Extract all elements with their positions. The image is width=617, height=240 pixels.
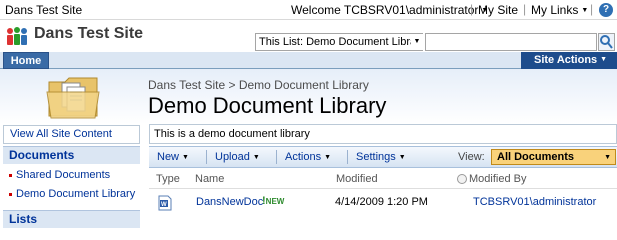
upload-menu[interactable]: Upload ▼ xyxy=(215,151,260,163)
upload-label: Upload xyxy=(215,151,250,163)
site-actions-label: Site Actions xyxy=(534,54,598,66)
divider xyxy=(347,150,348,164)
new-badge: !NEW xyxy=(262,195,284,207)
sidebar-item-label: Demo Document Library xyxy=(16,188,136,200)
column-header-type[interactable]: Type xyxy=(156,173,180,185)
breadcrumb[interactable]: Dans Test Site > Demo Document Library xyxy=(148,78,369,92)
divider xyxy=(206,150,207,164)
top-bar: Dans Test Site Welcome TCBSRV01\administ… xyxy=(0,0,617,20)
my-links-menu[interactable]: My Links ▼ xyxy=(531,3,588,17)
modified-by-label: Modified By xyxy=(469,173,527,185)
chevron-down-icon: ▼ xyxy=(398,153,406,161)
view-label: View: xyxy=(458,151,485,163)
new-label: New xyxy=(157,151,180,163)
view-select[interactable]: All Documents ▼ xyxy=(491,149,616,165)
word-document-icon[interactable]: W xyxy=(158,195,172,211)
view-select-value: All Documents xyxy=(497,151,575,163)
list-toolbar: New ▼ Upload ▼ Actions ▼ Settings ▼ View: Al… xyxy=(149,146,617,168)
folder-icon xyxy=(46,77,100,119)
new-menu[interactable]: New ▼ xyxy=(157,151,189,163)
modified-date: 4/14/2009 1:20 PM xyxy=(335,196,428,208)
actions-label: Actions xyxy=(285,151,322,163)
actions-menu[interactable]: Actions ▼ xyxy=(285,151,331,163)
welcome-label: Welcome TCBSRV01\administrator xyxy=(291,3,479,17)
title-area: Dans Test Site > Demo Document Library D… xyxy=(0,69,617,124)
search-input[interactable] xyxy=(425,33,597,51)
modified-by-link[interactable]: TCBSRV01\administrator xyxy=(473,196,596,208)
search-button[interactable] xyxy=(598,33,615,51)
table-row: W DansNewDoc !NEW 4/14/2009 1:20 PM TCBS… xyxy=(149,190,617,214)
svg-text:W: W xyxy=(161,202,167,208)
bullet-icon xyxy=(9,173,12,177)
separator: | xyxy=(590,2,594,16)
welcome-menu[interactable]: Welcome TCBSRV01\administrator ▼ xyxy=(291,3,488,17)
chevron-down-icon: ▼ xyxy=(182,153,189,161)
sidebar-item-demo-document-library[interactable]: Demo Document Library xyxy=(9,188,135,200)
column-header-modified-by[interactable]: Modified By xyxy=(457,173,526,185)
view-all-site-content-link[interactable]: View All Site Content xyxy=(3,125,140,144)
chevron-down-icon: ▼ xyxy=(324,153,332,161)
list-header: Type Name Modified Modified By xyxy=(149,171,617,189)
nav-heading-documents[interactable]: Documents xyxy=(3,146,140,164)
new-badge-label: NEW xyxy=(265,197,285,206)
chevron-down-icon: ▼ xyxy=(581,7,589,15)
site-actions-menu[interactable]: Site Actions ▼ xyxy=(521,52,617,69)
sidebar-item-shared-documents[interactable]: Shared Documents xyxy=(9,169,110,181)
radio-icon[interactable] xyxy=(457,174,467,185)
my-links-label: My Links xyxy=(531,3,579,17)
page-title: Demo Document Library xyxy=(148,93,387,118)
list-description: This is a demo document library xyxy=(149,124,617,144)
bullet-icon xyxy=(9,192,12,196)
separator: | xyxy=(523,2,527,16)
sidebar-item-label: Shared Documents xyxy=(16,169,111,181)
top-nav-bar: Home Site Actions ▼ xyxy=(0,52,617,69)
search-scope-select[interactable]: This List: Demo Document Libra xyxy=(255,33,423,51)
main-content: This is a demo document library New ▼ Upl… xyxy=(145,124,617,240)
chevron-down-icon: ▼ xyxy=(252,153,260,161)
column-header-name[interactable]: Name xyxy=(195,173,224,185)
separator: | xyxy=(470,2,474,16)
document-name-link[interactable]: DansNewDoc xyxy=(196,196,263,208)
column-header-modified[interactable]: Modified xyxy=(336,173,378,185)
chevron-down-icon: ▼ xyxy=(600,56,608,64)
my-site-link[interactable]: My Site xyxy=(478,3,518,17)
nav-heading-lists[interactable]: Lists xyxy=(3,210,140,228)
settings-label: Settings xyxy=(356,151,396,163)
help-icon[interactable]: ? xyxy=(599,3,613,17)
chevron-down-icon[interactable]: ▼ xyxy=(411,34,423,50)
settings-menu[interactable]: Settings ▼ xyxy=(356,151,406,163)
quick-launch: View All Site Content Documents Shared D… xyxy=(0,124,145,240)
divider xyxy=(276,150,277,164)
search-icon xyxy=(600,35,613,49)
tab-home[interactable]: Home xyxy=(3,52,49,69)
logo-icon xyxy=(7,27,27,45)
chevron-down-icon: ▼ xyxy=(604,154,611,161)
global-breadcrumb[interactable]: Dans Test Site xyxy=(5,3,82,17)
site-title[interactable]: Dans Test Site xyxy=(34,25,143,43)
site-header: Dans Test Site This List: Demo Document … xyxy=(0,20,617,52)
